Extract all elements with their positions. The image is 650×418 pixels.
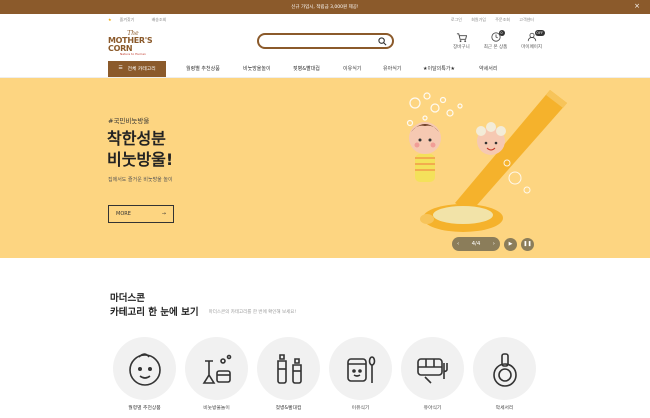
cart-button[interactable]: 장바구니 [453,30,470,50]
accessory-icon [492,352,517,387]
baby-face-icon [128,352,161,386]
nav-item-weaning[interactable]: 이유식기 [343,65,383,72]
hero-subtitle: 집에서도 즐거운 비눗방울 놀이 [108,177,173,183]
bottle-icon [276,353,302,384]
login-link[interactable]: 로그인 [451,17,462,22]
pause-button[interactable]: ❚❚ [521,237,534,251]
category-weaning[interactable]: 이유식기 [329,337,392,411]
category-toddler[interactable]: 유아식기 [401,337,464,411]
nav-item-recommend[interactable]: 월령별 추천상품 [186,65,243,72]
order-link[interactable]: 주문조회 [495,17,510,22]
category-section-heading: 마더스콘 카테고리 한 눈에 보기 마더스콘의 카테고리를 한 번에 확인해 보… [110,293,297,318]
section-description: 마더스콘의 카테고리를 한 번에 확인해 보세요! [208,310,297,315]
bubble-wand-illustration [406,90,567,232]
all-categories-button[interactable]: ☰ 전체 카테고리 [108,60,166,77]
off-badge: OFF [534,30,545,36]
mypage-button[interactable]: OFF 마이페이지 [521,30,545,50]
more-button[interactable]: MORE → [108,205,174,223]
play-icon: ▶ [508,241,513,247]
food-jar-icon [346,355,375,383]
slider-controls: ‹ 4/4 › ▶ ❚❚ [452,237,534,251]
menu-icon: ☰ [118,66,123,71]
utility-bar: ★ 즐겨찾기 배송조회 로그인 회원가입 주문조회 고객센터 [0,14,650,26]
hero-headline: 착한성분 비눗방울! [107,129,174,169]
top-promo-bar: 신규 가입시, 적립금 3,000원 제공! × [0,0,650,14]
main-nav: ☰ 전체 카테고리 월령별 추천상품 비눗방울놀이 젖병&빨대컵 이유식기 유아… [0,60,650,78]
support-link[interactable]: 고객센터 [519,17,534,22]
site-header: The MOTHER'S CORN Nature to Human 장바구니 0… [0,26,650,60]
category-bottle[interactable]: 젖병&빨대컵 [257,337,320,411]
hero-banner[interactable]: #국민비눗방울 착한성분 비눗방울! 집에서도 즐거운 비눗방울 놀이 MORE… [0,78,650,258]
close-icon[interactable]: × [634,2,640,10]
search-icon[interactable] [378,36,387,46]
nav-item-accessory[interactable]: 약세서리 [479,65,497,72]
next-arrow-icon[interactable]: › [493,241,495,247]
bubble-icon [202,354,231,384]
delivery-link[interactable]: 배송조회 [152,17,167,22]
cart-icon [456,32,467,42]
nav-item-toddler[interactable]: 유아식기 [383,65,423,72]
category-list: 월령별 추천상품 비눗방울놀이 젖병&빨대컵 이유식기 유아식기 악세서리 [113,337,536,411]
hero-tag: #국민비눗방울 [108,117,150,125]
signup-link[interactable]: 회원가입 [471,17,486,22]
category-bubble[interactable]: 비눗방울놀이 [185,337,248,411]
nav-item-bubble[interactable]: 비눗방울놀이 [243,65,293,72]
category-accessory[interactable]: 악세서리 [473,337,536,411]
play-button[interactable]: ▶ [504,237,517,251]
recent-count-badge: 0 [498,30,505,36]
arrow-right-icon: → [161,211,166,217]
search-input[interactable] [257,33,394,49]
plate-tray-icon [416,357,448,384]
nav-item-special[interactable]: ★이달의특가★ [423,65,479,72]
recent-button[interactable]: 0 최근 본 상품 [484,30,507,50]
slide-pager: ‹ 4/4 › [452,237,500,251]
bookmark-link[interactable]: ★ 즐겨찾기 [108,17,142,22]
pause-icon: ❚❚ [523,241,532,247]
category-recommend[interactable]: 월령별 추천상품 [113,337,176,411]
brand-logo[interactable]: The MOTHER'S CORN Nature to Human [108,29,158,57]
prev-arrow-icon[interactable]: ‹ [457,241,459,247]
nav-item-bottle[interactable]: 젖병&빨대컵 [293,65,343,72]
promo-text: 신규 가입시, 적립금 3,000원 제공! [291,5,359,10]
star-icon: ★ [108,17,112,22]
